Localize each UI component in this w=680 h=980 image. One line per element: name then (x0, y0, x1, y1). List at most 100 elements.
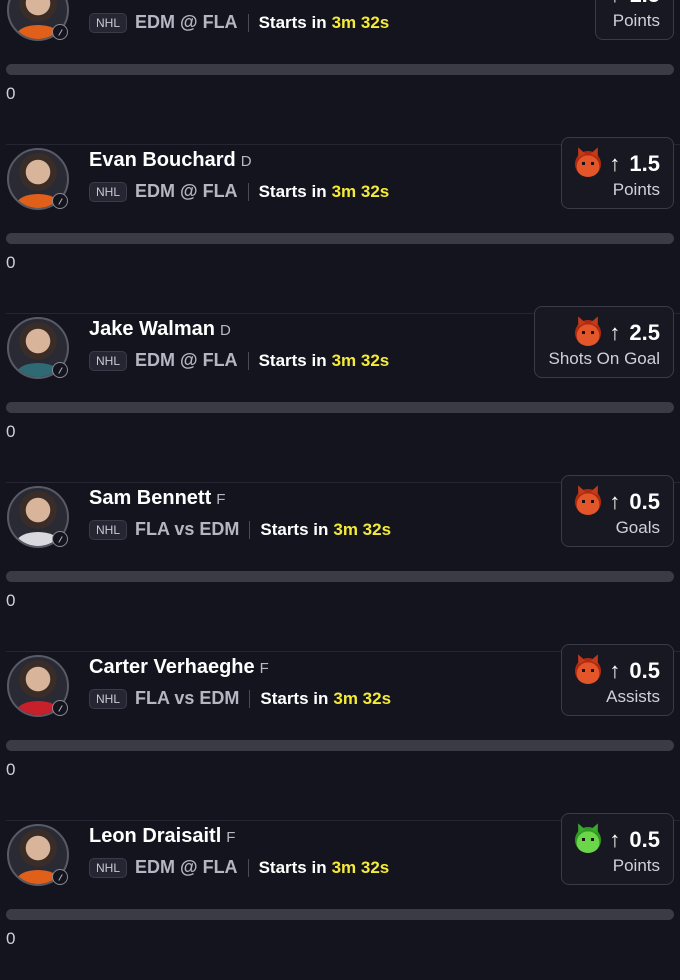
countdown-timer: 3m 32s (333, 688, 392, 708)
pick-card[interactable]: ↑ 0.5 Goals (561, 475, 674, 547)
player-prop-row[interactable]: Carter Verhaeghe F NHL FLA vs EDM Starts … (0, 644, 680, 821)
separator (247, 858, 249, 877)
line-value: 0.5 (629, 489, 660, 514)
stat-progress-bar (6, 64, 674, 75)
player-prop-row[interactable]: Connor McDavid F NHL EDM @ FLA Starts in … (0, 0, 680, 145)
separator (247, 351, 249, 370)
separator (247, 182, 249, 201)
matchup: EDM @ FLA (135, 857, 238, 877)
game-info: NHL EDM @ FLA Starts in 3m 32s (89, 857, 389, 878)
pick-line: ↑ 0.5 (575, 826, 660, 854)
starts-label: Starts in (258, 12, 327, 32)
line-value: 1.5 (629, 0, 660, 8)
arrow-up-icon: ↑ (609, 151, 621, 176)
pick-card[interactable]: ↑ 1.5 Points (595, 0, 674, 40)
line-value: 1.5 (629, 151, 660, 176)
starts-label: Starts in (258, 857, 327, 877)
game-info: NHL EDM @ FLA Starts in 3m 32s (89, 350, 389, 371)
stat-progress-value: 0 (6, 760, 16, 779)
stat-type: Points (612, 180, 660, 199)
player-name-line: Evan Bouchard D (89, 149, 252, 172)
player-name: Evan Bouchard (89, 149, 236, 171)
game-info: NHL EDM @ FLA Starts in 3m 32s (89, 12, 389, 33)
stat-progress-bar (6, 909, 674, 920)
separator (249, 689, 251, 708)
stat-progress-value: 0 (6, 591, 16, 610)
team-badge-icon (52, 700, 68, 716)
stat-progress-bar (6, 571, 674, 582)
arrow-up-icon: ↑ (609, 0, 620, 6)
separator (247, 13, 249, 32)
pick-card[interactable]: ↑ 0.5 Assists (561, 644, 674, 716)
team-badge-icon (52, 531, 68, 547)
matchup: FLA vs EDM (135, 519, 240, 539)
player-prop-row[interactable]: Evan Bouchard D NHL EDM @ FLA Starts in 3… (0, 137, 680, 314)
player-position: F (253, 0, 262, 1)
starts-label: Starts in (260, 519, 329, 539)
game-info: NHL FLA vs EDM Starts in 3m 32s (89, 519, 391, 540)
countdown-timer: 3m 32s (331, 12, 390, 32)
game-info: NHL EDM @ FLA Starts in 3m 32s (89, 181, 389, 202)
countdown-timer: 3m 32s (331, 857, 390, 877)
pick-line: ↑ 1.5 (609, 0, 660, 9)
red-demon-icon (575, 320, 602, 346)
player-prop-row[interactable]: Jake Walman D NHL EDM @ FLA Starts in 3m … (0, 306, 680, 483)
stat-type: Shots On Goal (548, 349, 660, 368)
team-badge-icon (52, 24, 68, 40)
team-badge-icon (52, 193, 68, 209)
starts-label: Starts in (258, 350, 327, 370)
green-demon-icon (575, 827, 602, 853)
stat-progress-value: 0 (6, 422, 16, 441)
player-position: F (216, 491, 226, 508)
pick-line: ↑ 1.5 (575, 150, 660, 178)
player-name-line: Leon Draisaitl F (89, 825, 235, 848)
line-value: 2.5 (629, 320, 660, 345)
matchup: EDM @ FLA (135, 350, 238, 370)
matchup: FLA vs EDM (135, 688, 240, 708)
player-name-line: Carter Verhaeghe F (89, 656, 269, 679)
player-name: Leon Draisaitl (89, 825, 222, 847)
stat-progress-value: 0 (6, 253, 16, 272)
player-position: D (240, 153, 252, 170)
stat-progress-bar (6, 740, 674, 751)
player-name: Jake Walman (89, 318, 215, 340)
league-badge: NHL (89, 350, 128, 371)
pick-card[interactable]: ↑ 1.5 Points (561, 137, 674, 209)
league-badge: NHL (89, 519, 128, 540)
player-prop-list: Connor McDavid F NHL EDM @ FLA Starts in … (0, 0, 680, 980)
player-position: F (226, 829, 236, 846)
countdown-timer: 3m 32s (331, 350, 390, 370)
starts-label: Starts in (260, 688, 329, 708)
arrow-up-icon: ↑ (609, 658, 621, 683)
red-demon-icon (575, 151, 602, 177)
game-info: NHL FLA vs EDM Starts in 3m 32s (89, 688, 391, 709)
player-name-line: Sam Bennett F (89, 487, 225, 510)
player-name: Connor McDavid (89, 0, 248, 2)
matchup: EDM @ FLA (135, 181, 238, 201)
arrow-up-icon: ↑ (609, 320, 621, 345)
pick-line: ↑ 0.5 (575, 488, 660, 516)
countdown-timer: 3m 32s (331, 181, 390, 201)
player-name-line: Connor McDavid F (89, 0, 262, 3)
pick-card[interactable]: ↑ 2.5 Shots On Goal (534, 306, 674, 378)
team-badge-icon (52, 869, 68, 885)
pick-line: ↑ 2.5 (548, 319, 660, 347)
player-prop-row[interactable]: Leon Draisaitl F NHL EDM @ FLA Starts in … (0, 813, 680, 980)
line-value: 0.5 (629, 827, 660, 852)
stat-type: Goals (615, 518, 660, 537)
league-badge: NHL (89, 12, 128, 33)
player-position: F (259, 660, 269, 677)
separator (249, 520, 251, 539)
player-prop-row[interactable]: Sam Bennett F NHL FLA vs EDM Starts in 3m… (0, 475, 680, 652)
player-position: D (220, 322, 231, 339)
arrow-up-icon: ↑ (609, 489, 621, 514)
stat-progress-value: 0 (6, 84, 16, 103)
pick-card[interactable]: ↑ 0.5 Points (561, 813, 674, 885)
stat-type: Points (612, 856, 660, 875)
league-badge: NHL (89, 181, 128, 202)
player-name: Sam Bennett (89, 487, 212, 509)
stat-type: Points (612, 11, 660, 30)
matchup: EDM @ FLA (135, 12, 238, 32)
stat-progress-bar (6, 233, 674, 244)
league-badge: NHL (89, 857, 128, 878)
